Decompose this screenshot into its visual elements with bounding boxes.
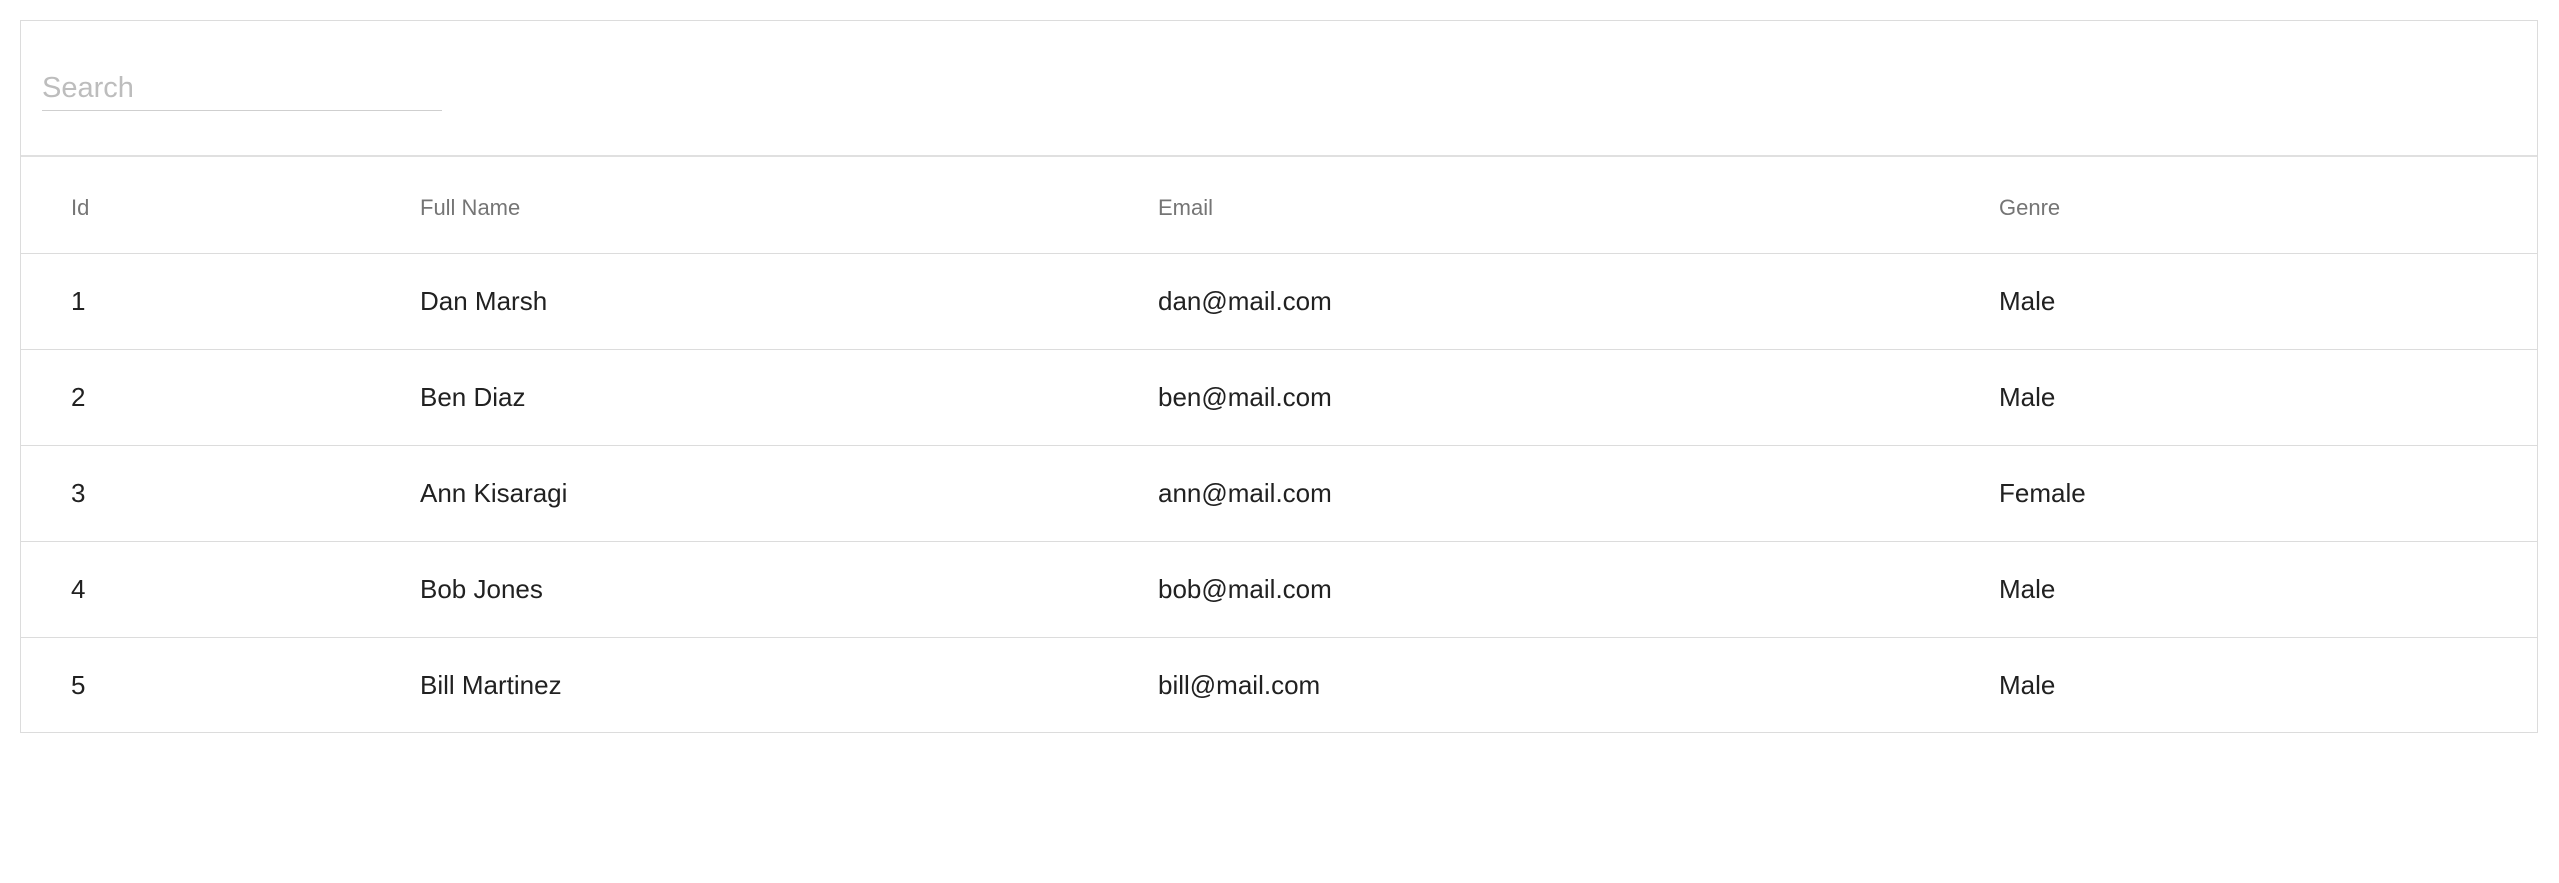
- cell-full-name: Ann Kisaragi: [420, 445, 1158, 542]
- search-toolbar: [21, 21, 2537, 157]
- cell-genre: Female: [1999, 445, 2537, 542]
- table-row[interactable]: 1 Dan Marsh dan@mail.com Male: [21, 253, 2537, 350]
- table-row[interactable]: 5 Bill Martinez bill@mail.com Male: [21, 637, 2537, 733]
- column-header-id[interactable]: Id: [21, 157, 420, 254]
- cell-full-name: Bill Martinez: [420, 669, 562, 700]
- table-header-row: Id Full Name Email Genre: [21, 157, 2537, 254]
- column-header-full-name[interactable]: Full Name: [420, 157, 1158, 254]
- search-input[interactable]: [42, 67, 442, 111]
- cell-full-name: Bob Jones: [420, 541, 1158, 638]
- cell-email: bob@mail.com: [1158, 541, 1999, 638]
- cell-genre: Male: [1999, 541, 2537, 638]
- cell-email: bill@mail.com: [1158, 669, 1321, 700]
- table-row[interactable]: 4 Bob Jones bob@mail.com Male: [21, 541, 2537, 638]
- cell-id: 3: [21, 445, 420, 542]
- cell-genre: Male: [1999, 349, 2537, 446]
- users-table: Id Full Name Email Genre 1 Dan Marsh dan…: [21, 157, 2537, 733]
- cell-full-name: Ben Diaz: [420, 349, 1158, 446]
- cell-genre: Male: [1999, 253, 2537, 350]
- cell-email: ben@mail.com: [1158, 349, 1999, 446]
- cell-genre: Male: [1999, 669, 2056, 700]
- column-header-email[interactable]: Email: [1158, 157, 1999, 254]
- cell-email: ann@mail.com: [1158, 445, 1999, 542]
- users-table-card: Id Full Name Email Genre 1 Dan Marsh dan…: [20, 20, 2538, 733]
- cell-full-name: Dan Marsh: [420, 253, 1158, 350]
- table-row[interactable]: 3 Ann Kisaragi ann@mail.com Female: [21, 445, 2537, 542]
- column-header-genre[interactable]: Genre: [1999, 157, 2537, 254]
- cell-id: 1: [21, 253, 420, 350]
- cell-id: 5: [71, 669, 86, 700]
- table-row[interactable]: 2 Ben Diaz ben@mail.com Male: [21, 349, 2537, 446]
- cell-email: dan@mail.com: [1158, 253, 1999, 350]
- cell-id: 2: [21, 349, 420, 446]
- cell-id: 4: [21, 541, 420, 638]
